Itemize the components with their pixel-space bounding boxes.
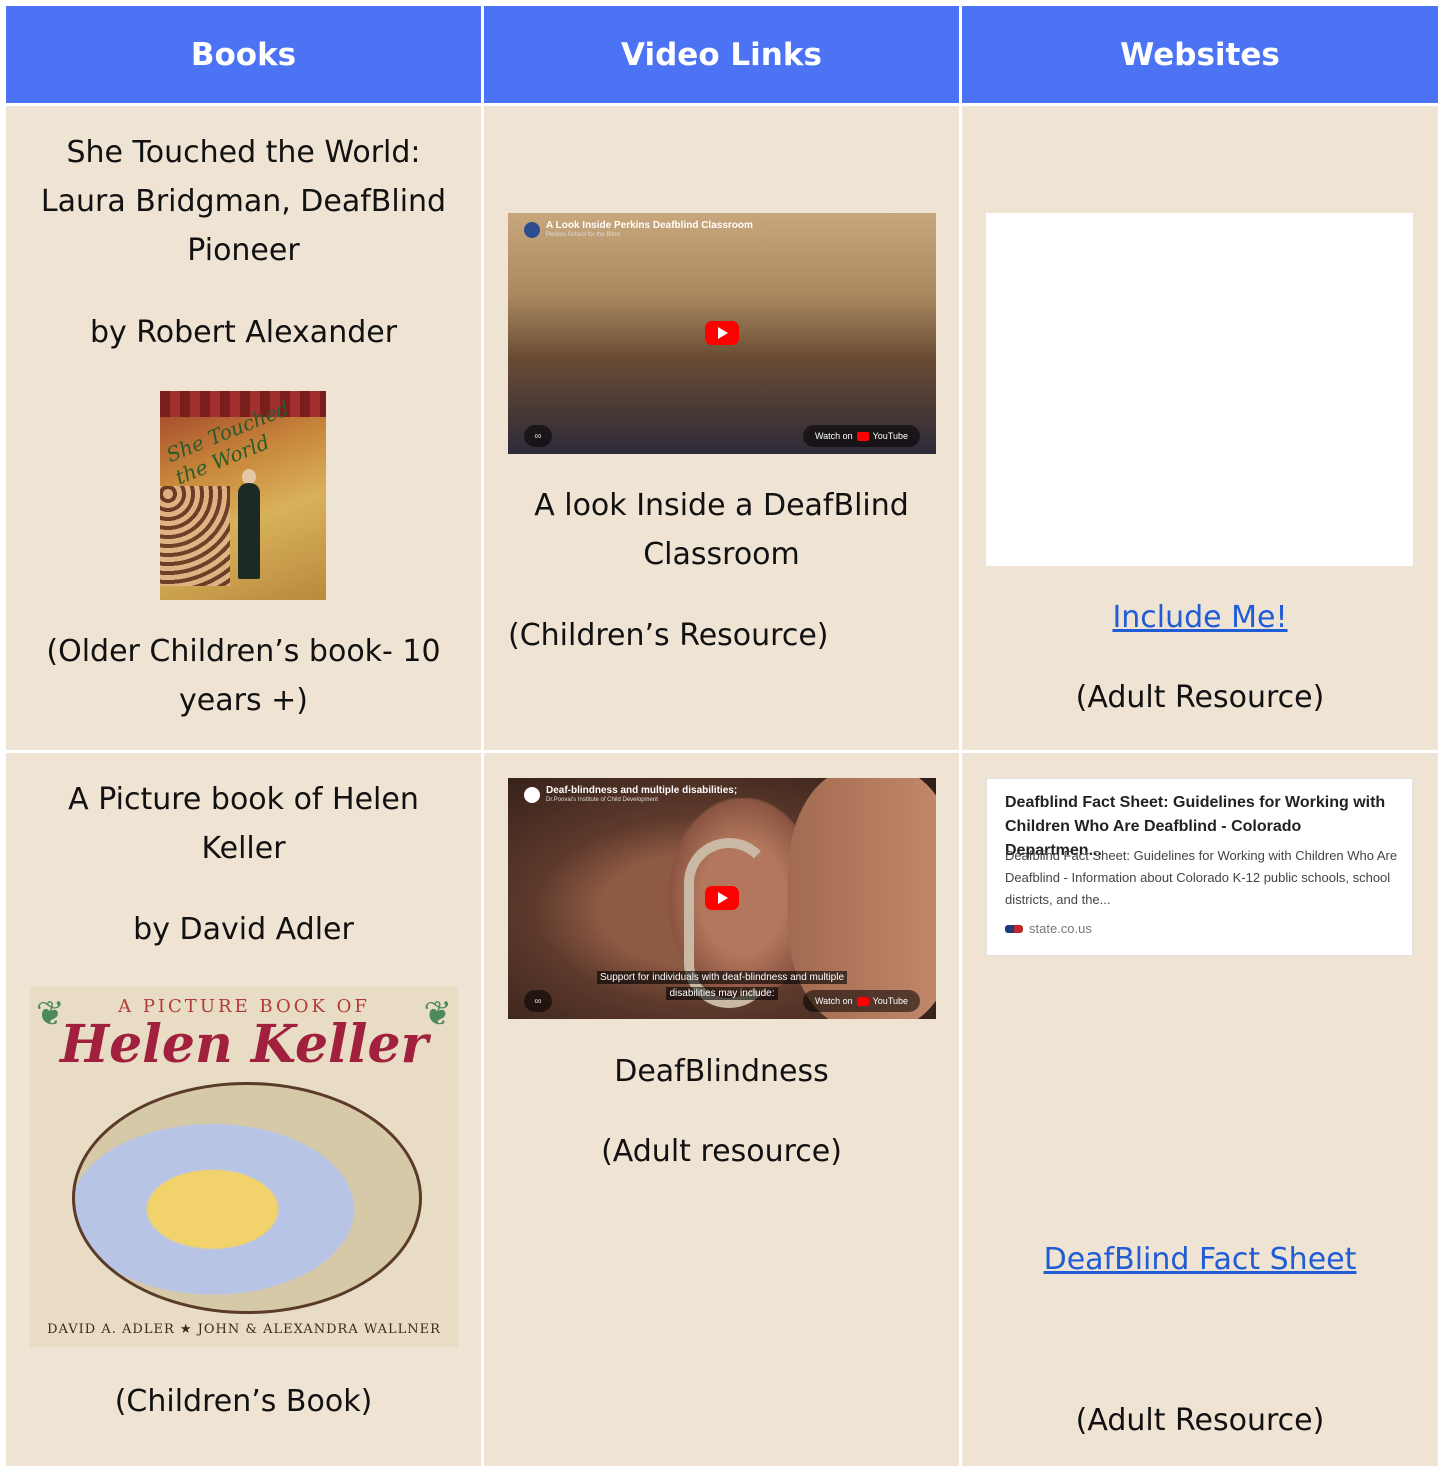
book2-title-line1: A Picture book of Helen — [68, 782, 419, 817]
channel-logo-icon — [524, 222, 540, 238]
video2-title: Deaf-blindness and multiple disabilities… — [546, 785, 738, 796]
video1-channel: Perkins School for the Blind — [546, 232, 620, 238]
book2-cover-name: Helen Keller — [59, 1014, 429, 1075]
website2-note: (Adult Resource) — [1075, 1403, 1325, 1438]
website2-preview-card[interactable]: Deafblind Fact Sheet: Guidelines for Wor… — [986, 778, 1413, 956]
card-source: state.co.us — [1005, 921, 1092, 936]
video1-note: (Children’s Resource) — [508, 618, 829, 653]
book2-cover-authors: DAVID A. ADLER ★ JOHN & ALEXANDRA WALLNE… — [47, 1322, 441, 1337]
youtube-icon — [856, 996, 869, 1006]
watch-on-youtube-button[interactable]: Watch on YouTube — [802, 425, 920, 447]
website1-preview[interactable] — [986, 213, 1413, 566]
include-me-link[interactable]: Include Me! — [1112, 600, 1287, 635]
book2-author: by David Adler — [133, 912, 354, 947]
book2-cover-image: ❦ ❦ A PICTURE BOOK OF Helen Keller DAVID… — [30, 986, 458, 1347]
youtube-label: YouTube — [872, 431, 908, 441]
row2-book-cell: A Picture book of Helen Keller by David … — [6, 753, 481, 1466]
link-icon[interactable]: ∞ — [524, 990, 552, 1012]
row1-website-cell: Include Me! (Adult Resource) — [962, 106, 1438, 750]
row2-video-cell: Deaf-blindness and multiple disabilities… — [484, 753, 959, 1466]
youtube-icon — [856, 431, 869, 441]
book1-note-line2: years +) — [179, 683, 308, 718]
card-description: Deafblind Fact Sheet: Guidelines for Wor… — [1005, 848, 1398, 907]
play-icon[interactable] — [705, 886, 739, 910]
book1-title-line3: Pioneer — [187, 233, 300, 268]
row2-website-cell: Deafblind Fact Sheet: Guidelines for Wor… — [962, 753, 1438, 1466]
book2-note: (Children’s Book) — [114, 1384, 373, 1419]
video1-title: A Look Inside Perkins Deafblind Classroo… — [546, 220, 753, 231]
deafblind-fact-sheet-link[interactable]: DeafBlind Fact Sheet — [1044, 1242, 1357, 1277]
book1-title-line1: She Touched the World: — [66, 135, 421, 170]
resource-table: Books Video Links Websites She Touched t… — [6, 6, 1438, 1472]
book1-cover-image: She Touched the World — [160, 391, 326, 600]
row1-video-cell: A Look Inside Perkins Deafblind Classroo… — [484, 106, 959, 750]
video1-label-line2: Classroom — [643, 537, 800, 572]
book2-cover-illustration — [72, 1082, 422, 1314]
video2-note: (Adult resource) — [601, 1134, 842, 1169]
book1-title-line2: Laura Bridgman, DeafBlind — [40, 184, 447, 219]
link-icon[interactable]: ∞ — [524, 425, 552, 447]
site-favicon-icon — [1005, 924, 1023, 933]
header-video-links: Video Links — [484, 6, 959, 103]
watch-label: Watch on — [814, 431, 853, 441]
header-books: Books — [6, 6, 481, 103]
play-icon[interactable] — [705, 321, 739, 345]
video1-label-line1: A look Inside a DeafBlind — [534, 488, 909, 523]
youtube-label: YouTube — [872, 996, 908, 1006]
watch-on-youtube-button[interactable]: Watch on YouTube — [802, 990, 920, 1012]
video2-embed[interactable]: Deaf-blindness and multiple disabilities… — [508, 778, 936, 1019]
book1-author: by Robert Alexander — [89, 315, 398, 350]
header-websites: Websites — [962, 6, 1438, 103]
book2-title-line2: Keller — [201, 831, 286, 866]
channel-logo-icon — [524, 787, 540, 803]
video2-label: DeafBlindness — [614, 1054, 829, 1089]
video1-embed[interactable]: A Look Inside Perkins Deafblind Classroo… — [508, 213, 936, 454]
video2-channel: Dr.Poovai's Institute of Child Developme… — [546, 797, 658, 803]
row1-book-cell: She Touched the World: Laura Bridgman, D… — [6, 106, 481, 750]
website1-note: (Adult Resource) — [1075, 680, 1325, 715]
watch-label: Watch on — [814, 996, 853, 1006]
book1-note-line1: (Older Children’s book- 10 — [46, 634, 441, 669]
